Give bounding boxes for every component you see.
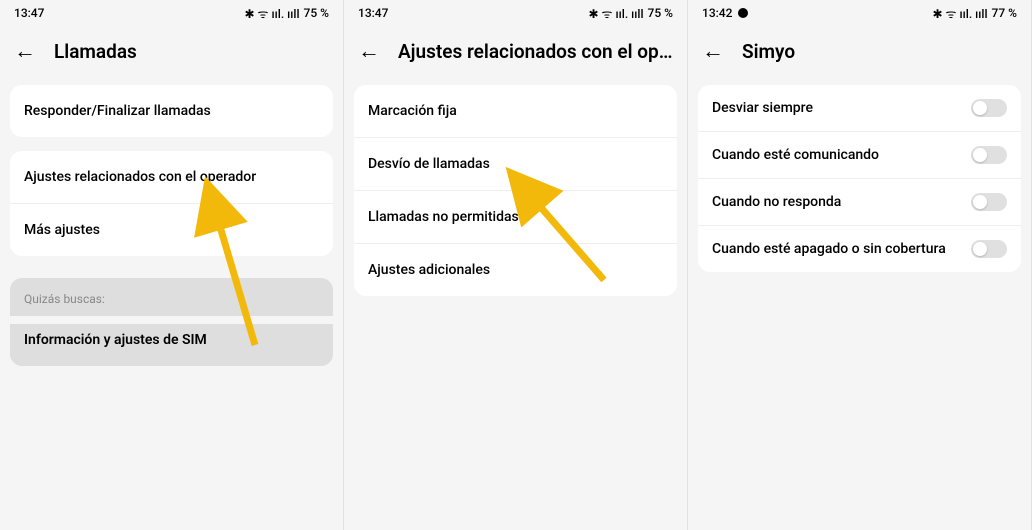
page-title: Llamadas bbox=[54, 40, 137, 63]
status-icons: ✱ ᯤ ııl. ııll bbox=[589, 5, 644, 22]
back-icon[interactable]: ← bbox=[14, 41, 36, 63]
row-label: Cuando no responda bbox=[712, 194, 841, 210]
statusbar: 13:42 ✱ ᯤ ııl. ııll 77 % bbox=[688, 0, 1031, 26]
status-battery: 75 % bbox=[648, 6, 673, 20]
toggle-cuando-comunicando[interactable] bbox=[971, 146, 1007, 164]
status-time: 13:47 bbox=[14, 6, 44, 20]
row-ajustes-operador[interactable]: Ajustes relacionados con el operador bbox=[10, 151, 333, 203]
card-group-2: Ajustes relacionados con el operador Más… bbox=[10, 151, 333, 256]
row-cuando-no-responda[interactable]: Cuando no responda bbox=[698, 178, 1021, 225]
panel-simyo: 13:42 ✱ ᯤ ııl. ııll 77 % ← Simyo Desviar… bbox=[688, 0, 1032, 530]
row-apagado-sin-cobertura[interactable]: Cuando esté apagado o sin cobertura bbox=[698, 225, 1021, 272]
row-responder-finalizar[interactable]: Responder/Finalizar llamadas bbox=[10, 85, 333, 137]
row-label: Cuando esté apagado o sin cobertura bbox=[712, 241, 946, 257]
row-mas-ajustes[interactable]: Más ajustes bbox=[10, 203, 333, 256]
row-label: Ajustes relacionados con el operador bbox=[24, 169, 256, 185]
row-marcacion-fija[interactable]: Marcación fija bbox=[354, 85, 677, 137]
card-group-1: Responder/Finalizar llamadas bbox=[10, 85, 333, 137]
header: ← Ajustes relacionados con el operad… bbox=[344, 26, 687, 85]
page-title: Ajustes relacionados con el operad… bbox=[398, 40, 673, 63]
row-ajustes-adicionales[interactable]: Ajustes adicionales bbox=[354, 243, 677, 296]
toggle-apagado-sin-cobertura[interactable] bbox=[971, 240, 1007, 258]
row-label: Llamadas no permitidas bbox=[368, 209, 519, 225]
status-time: 13:47 bbox=[358, 6, 388, 20]
status-battery: 77 % bbox=[992, 6, 1017, 20]
row-desviar-siempre[interactable]: Desviar siempre bbox=[698, 85, 1021, 131]
toggle-desviar-siempre[interactable] bbox=[971, 99, 1007, 117]
row-label: Más ajustes bbox=[24, 222, 100, 238]
hint-item-sim[interactable]: Información y ajustes de SIM bbox=[10, 324, 333, 366]
toggle-cuando-no-responda[interactable] bbox=[971, 193, 1007, 211]
header: ← Llamadas bbox=[0, 26, 343, 85]
row-llamadas-no-permitidas[interactable]: Llamadas no permitidas bbox=[354, 190, 677, 243]
search-hint-label: Quizás buscas: bbox=[10, 278, 333, 316]
hint-item-label: Información y ajustes de SIM bbox=[24, 332, 207, 348]
row-label: Desviar siempre bbox=[712, 100, 813, 116]
row-label: Cuando esté comunicando bbox=[712, 147, 879, 163]
statusbar: 13:47 ✱ ᯤ ııl. ııll 75 % bbox=[344, 0, 687, 26]
header: ← Simyo bbox=[688, 26, 1031, 85]
status-time: 13:42 bbox=[702, 6, 732, 20]
row-label: Responder/Finalizar llamadas bbox=[24, 103, 211, 119]
status-icons: ✱ ᯤ ııl. ııll bbox=[933, 5, 988, 22]
status-dot-icon bbox=[738, 8, 748, 18]
row-label: Ajustes adicionales bbox=[368, 262, 490, 278]
back-icon[interactable]: ← bbox=[358, 41, 380, 63]
panel-llamadas: 13:47 ✱ ᯤ ııl. ııll 75 % ← Llamadas Resp… bbox=[0, 0, 344, 530]
page-title: Simyo bbox=[742, 40, 795, 63]
statusbar: 13:47 ✱ ᯤ ııl. ııll 75 % bbox=[0, 0, 343, 26]
card-toggles: Desviar siempre Cuando esté comunicando … bbox=[698, 85, 1021, 272]
back-icon[interactable]: ← bbox=[702, 41, 724, 63]
row-cuando-comunicando[interactable]: Cuando esté comunicando bbox=[698, 131, 1021, 178]
panel-ajustes-operador: 13:47 ✱ ᯤ ııl. ııll 75 % ← Ajustes relac… bbox=[344, 0, 688, 530]
row-label: Desvío de llamadas bbox=[368, 156, 490, 172]
card-group-1: Marcación fija Desvío de llamadas Llamad… bbox=[354, 85, 677, 296]
row-desvio-llamadas[interactable]: Desvío de llamadas bbox=[354, 137, 677, 190]
status-battery: 75 % bbox=[304, 6, 329, 20]
status-icons: ✱ ᯤ ııl. ııll bbox=[245, 5, 300, 22]
row-label: Marcación fija bbox=[368, 103, 457, 119]
